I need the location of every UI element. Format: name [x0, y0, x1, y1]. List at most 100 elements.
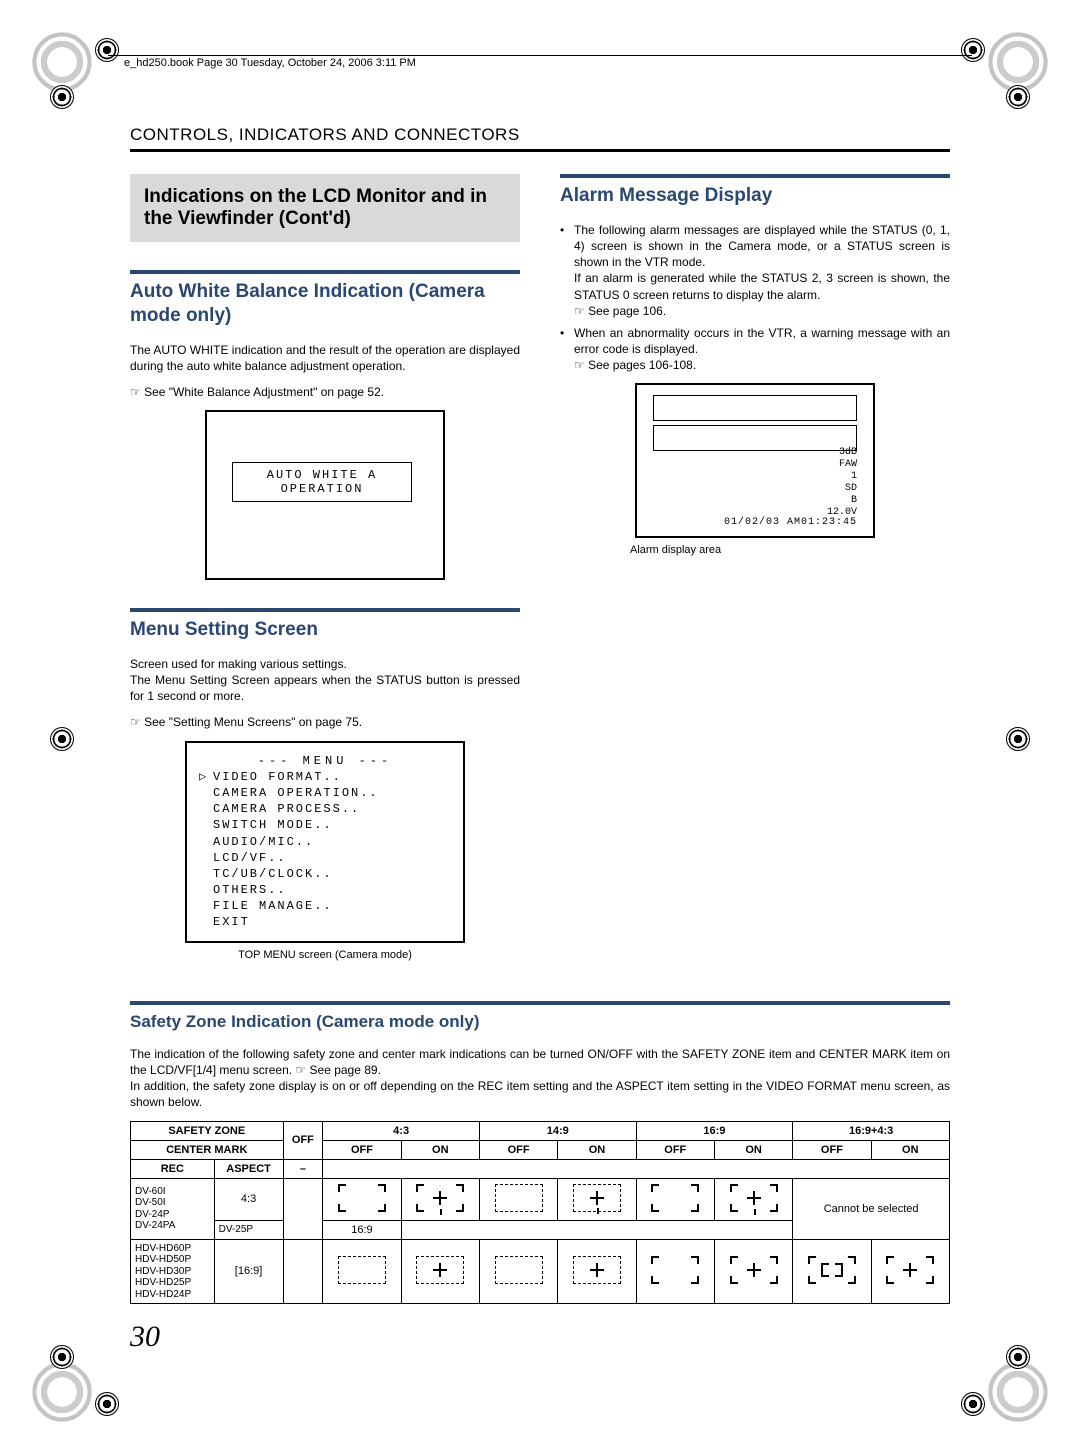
status-line: 3dB: [827, 447, 857, 459]
menu-item: CAMERA PROCESS..: [201, 801, 449, 817]
registration-mark: [961, 38, 985, 62]
sz-icon: [336, 1254, 388, 1286]
menu-lcd-illustration: --- MENU --- VIDEO FORMAT.. CAMERA OPERA…: [185, 741, 465, 943]
registration-mark: [50, 1345, 74, 1369]
table-row: REC ASPECT –: [131, 1159, 950, 1178]
status-line: B: [827, 495, 857, 507]
safety-zone-table: SAFETY ZONE OFF 4:3 14:9 16:9 16:9+4:3 C…: [130, 1121, 950, 1305]
crop-mark: [988, 1362, 1048, 1422]
heading-rule: [130, 270, 520, 274]
th-off: OFF: [283, 1121, 323, 1159]
heading-rule: [130, 1001, 950, 1005]
sz-icon: [414, 1182, 466, 1214]
menu-item: LCD/VF..: [201, 850, 449, 866]
menu-text: Screen used for making various settings.…: [130, 656, 520, 705]
page-header: e_hd250.book Page 30 Tuesday, October 24…: [120, 57, 420, 69]
th-43: 4:3: [323, 1121, 480, 1140]
menu-item: OTHERS..: [201, 882, 449, 898]
menu-item: FILE MANAGE..: [201, 898, 449, 914]
menu-item: VIDEO FORMAT..: [201, 769, 449, 785]
sz-icon: [649, 1182, 701, 1214]
awb-ref: See "White Balance Adjustment" on page 5…: [130, 384, 520, 400]
awb-heading: Auto White Balance Indication (Camera mo…: [130, 280, 520, 328]
table-row: HDV-HD60P HDV-HD50P HDV-HD30P HDV-HD25P …: [131, 1239, 950, 1304]
crop-mark: [32, 1362, 92, 1422]
th-center-mark: CENTER MARK: [131, 1140, 284, 1159]
registration-mark: [1006, 85, 1030, 109]
th-on: ON: [558, 1140, 636, 1159]
registration-mark: [961, 1392, 985, 1416]
heading-rule: [130, 608, 520, 612]
rec-list: DV-60I DV-50I DV-24P DV-24PA: [131, 1178, 215, 1239]
aspect-43: 4:3: [214, 1178, 283, 1220]
awb-lcd-illustration: AUTO WHITE A OPERATION: [205, 410, 445, 580]
page-number: 30: [130, 1320, 160, 1354]
sz-icon: [571, 1182, 623, 1214]
status-lcd-illustration: 3dB FAW 1 SD B 12.0V 01/02/03 AM01:23:45: [635, 383, 875, 538]
th-dash: –: [283, 1159, 323, 1178]
th-aspect: ASPECT: [214, 1159, 283, 1178]
registration-mark: [50, 85, 74, 109]
sz-icon: [649, 1254, 701, 1286]
registration-mark: [1006, 727, 1030, 751]
menu-item: SWITCH MODE..: [201, 817, 449, 833]
rec-hdv-list: HDV-HD60P HDV-HD50P HDV-HD30P HDV-HD25P …: [131, 1239, 215, 1304]
sz-icon: [336, 1182, 388, 1214]
status-timestamp: 01/02/03 AM01:23:45: [724, 517, 857, 528]
sz-icon: [414, 1254, 466, 1286]
registration-mark: [95, 1392, 119, 1416]
sz-icon: [884, 1254, 936, 1286]
alarm-bullet: When an abnormality occurs in the VTR, a…: [560, 325, 950, 374]
menu-box-title: --- MENU ---: [201, 753, 449, 769]
status-line: 1: [827, 471, 857, 483]
sz-icon: [728, 1182, 780, 1214]
th-169: 16:9: [636, 1121, 793, 1140]
aspect-169: 16:9: [323, 1220, 401, 1239]
registration-mark: [50, 727, 74, 751]
sz-icon: [571, 1254, 623, 1286]
header-rule: [108, 55, 972, 56]
heading-rule: [560, 174, 950, 178]
table-row: CENTER MARK OFF ON OFF ON OFF ON OFF ON: [131, 1140, 950, 1159]
th-off: OFF: [323, 1140, 401, 1159]
th-rec: REC: [131, 1159, 215, 1178]
lcd-text: AUTO WHITE A: [267, 468, 377, 482]
continued-heading-box: Indications on the LCD Monitor and in th…: [130, 174, 520, 242]
sz-heading: Safety Zone Indication (Camera mode only…: [130, 1011, 950, 1032]
th-off: OFF: [636, 1140, 714, 1159]
menu-heading: Menu Setting Screen: [130, 618, 520, 642]
registration-mark: [95, 38, 119, 62]
th-off: OFF: [479, 1140, 557, 1159]
th-169p43: 16:9+4:3: [793, 1121, 950, 1140]
sz-icon: [806, 1254, 858, 1286]
th-on: ON: [871, 1140, 949, 1159]
section-title: CONTROLS, INDICATORS AND CONNECTORS: [130, 125, 950, 152]
status-line: FAW: [827, 459, 857, 471]
th-safety-zone: SAFETY ZONE: [131, 1121, 284, 1140]
sz-text: The indication of the following safety z…: [130, 1046, 950, 1111]
sz-icon: [493, 1254, 545, 1286]
th-off: OFF: [793, 1140, 871, 1159]
menu-item: AUDIO/MIC..: [201, 834, 449, 850]
menu-item: EXIT: [201, 914, 449, 930]
awb-text: The AUTO WHITE indication and the result…: [130, 342, 520, 374]
alarm-heading: Alarm Message Display: [560, 184, 950, 208]
th-on: ON: [401, 1140, 479, 1159]
status-line: SD: [827, 483, 857, 495]
rec-dv25p: DV-25P: [214, 1220, 283, 1239]
menu-item: TC/UB/CLOCK..: [201, 866, 449, 882]
alarm-caption: Alarm display area: [630, 544, 950, 556]
th-on: ON: [714, 1140, 792, 1159]
menu-ref: See "Setting Menu Screens" on page 75.: [130, 714, 520, 730]
alarm-bullet: The following alarm messages are display…: [560, 222, 950, 319]
lcd-text: OPERATION: [281, 482, 364, 496]
sz-icon: [728, 1254, 780, 1286]
crop-mark: [988, 32, 1048, 92]
crop-mark: [32, 32, 92, 92]
menu-caption: TOP MENU screen (Camera mode): [130, 949, 520, 961]
aspect-169b: [16:9]: [214, 1239, 283, 1304]
table-row: DV-60I DV-50I DV-24P DV-24PA 4:3 Cannot …: [131, 1178, 950, 1220]
registration-mark: [1006, 1345, 1030, 1369]
menu-item: CAMERA OPERATION..: [201, 785, 449, 801]
th-149: 14:9: [479, 1121, 636, 1140]
